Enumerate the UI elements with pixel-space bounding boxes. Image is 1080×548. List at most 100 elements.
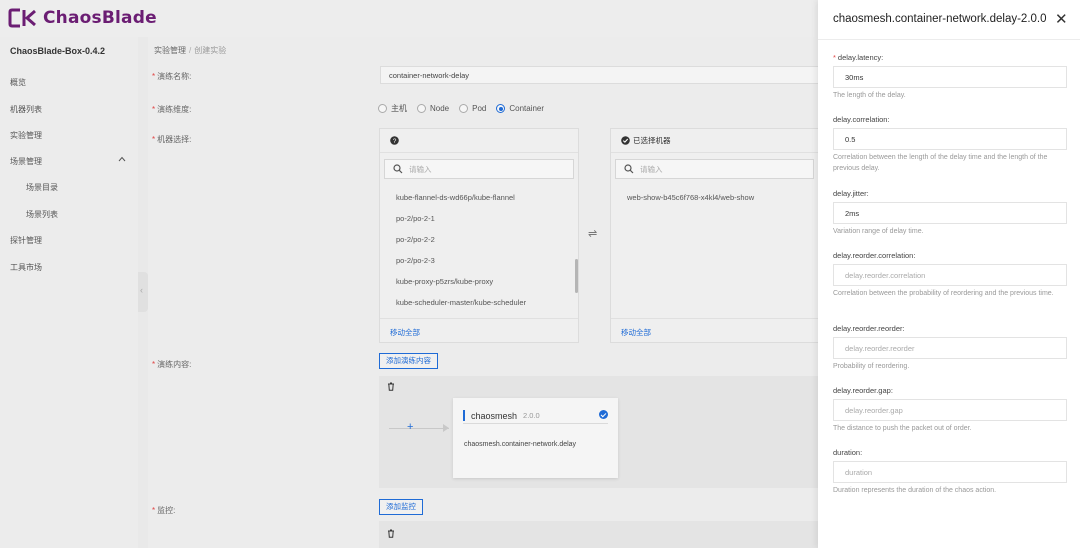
- add-step-button[interactable]: +: [407, 421, 413, 433]
- jitter-help: Variation range of delay time.: [833, 228, 924, 235]
- field-label-duration: duration:: [833, 448, 863, 457]
- sidebar-item-tool-market[interactable]: 工具市场: [10, 262, 42, 273]
- flow-node-card[interactable]: chaosmesh 2.0.0 chaosmesh.container-netw…: [453, 398, 618, 478]
- sidebar-item-experiments[interactable]: 实验管理: [10, 130, 42, 141]
- radio-checked-icon: [496, 104, 506, 113]
- main-content: 实验管理 / 创建实验 * 演练名称: container-network-delay…: [148, 37, 818, 548]
- monitor-label: * 监控:: [152, 506, 176, 515]
- duration-input[interactable]: duration: [833, 461, 1067, 483]
- field-label-correlation: delay.correlation:: [833, 115, 890, 124]
- source-machine-list: kube-flannel-ds-wd66p/kube-flannel po-2/…: [380, 187, 578, 313]
- chaosblade-logo-icon: [8, 8, 38, 28]
- search-icon: [624, 164, 634, 174]
- reorder-correlation-input[interactable]: delay.reorder.correlation: [833, 264, 1067, 286]
- list-item[interactable]: kube-scheduler-master/kube-scheduler: [380, 292, 578, 313]
- breadcrumb-current: 创建实验: [194, 46, 227, 55]
- sidebar-item-overview[interactable]: 概览: [10, 77, 26, 88]
- close-icon[interactable]: ✕: [1055, 10, 1068, 28]
- search-icon: [393, 164, 403, 174]
- dimension-label: * 演练维度:: [152, 105, 192, 114]
- add-monitor-button[interactable]: 添加监控: [379, 499, 423, 515]
- target-machine-list: web-show-b45c6f768-x4kl4/web-show: [611, 187, 809, 208]
- reorder-reorder-input[interactable]: delay.reorder.reorder: [833, 337, 1067, 359]
- correlation-help: Correlation between the length of the de…: [833, 154, 1048, 172]
- radio-circle-icon: [417, 104, 426, 113]
- add-content-button[interactable]: 添加演练内容: [379, 353, 438, 369]
- radio-container[interactable]: Container: [496, 104, 544, 113]
- monitor-canvas: [379, 521, 818, 548]
- brand-name: ChaosBlade: [43, 8, 157, 28]
- node-accent-bar: [463, 410, 465, 421]
- transfer-swap-icon[interactable]: ⇌: [588, 227, 597, 240]
- radio-circle-icon: [459, 104, 469, 113]
- chaosblade-logo[interactable]: ChaosBlade: [8, 8, 157, 28]
- sidebar-item-scene-catalog[interactable]: 场景目录: [26, 182, 58, 193]
- chevron-left-icon: ‹: [140, 285, 143, 295]
- sidebar-collapse-handle[interactable]: ‹: [138, 272, 148, 312]
- transfer-target-header: 已选择机器: [611, 129, 818, 153]
- radio-node[interactable]: Node: [417, 104, 449, 113]
- field-label-reorder-gap: delay.reorder.gap:: [833, 386, 893, 395]
- dimension-radio-group: 主机 Node Pod Container: [378, 103, 544, 114]
- flow-connector: [389, 428, 449, 429]
- chevron-up-icon[interactable]: [118, 155, 126, 163]
- check-circle-icon: [621, 136, 630, 145]
- list-item[interactable]: po-2/po-2-3: [380, 250, 578, 271]
- transfer-source-header: ?: [380, 129, 578, 153]
- list-item[interactable]: kube-proxy-p5zrs/kube-proxy: [380, 271, 578, 292]
- list-item[interactable]: web-show-b45c6f768-x4kl4/web-show: [611, 187, 809, 208]
- reorder-gap-input[interactable]: delay.reorder.gap: [833, 399, 1067, 421]
- radio-pod[interactable]: Pod: [459, 104, 486, 113]
- content-label: * 演练内容:: [152, 360, 192, 369]
- sidebar: ChaosBlade-Box-0.4.2 概览 机器列表 实验管理 场景管理 场…: [0, 37, 138, 548]
- drawer-title: chaosmesh.container-network.delay-2.0.0: [833, 13, 1047, 25]
- trash-icon[interactable]: [387, 382, 395, 393]
- node-header: chaosmesh 2.0.0: [463, 408, 608, 424]
- machine-transfer-target: 已选择机器 请输入 web-show-b45c6f768-x4kl4/web-s…: [610, 128, 818, 343]
- list-item[interactable]: po-2/po-2-2: [380, 229, 578, 250]
- breadcrumb-separator: /: [189, 46, 192, 55]
- reorder-correlation-help: Correlation between the probability of r…: [833, 290, 1054, 297]
- jitter-input[interactable]: 2ms: [833, 202, 1067, 224]
- experiment-name-input[interactable]: container-network-delay: [380, 66, 818, 84]
- radio-circle-icon: [378, 104, 387, 113]
- list-scrollbar[interactable]: [575, 259, 578, 293]
- move-all-left-link[interactable]: 移动全部: [611, 318, 818, 342]
- reorder-gap-help: The distance to push the packet out of o…: [833, 425, 972, 432]
- trash-icon[interactable]: [387, 529, 395, 540]
- sidebar-item-scenes[interactable]: 场景管理: [10, 156, 42, 167]
- node-action: chaosmesh.container-network.delay: [464, 441, 577, 448]
- source-search-input[interactable]: 请输入: [384, 159, 574, 179]
- product-version: ChaosBlade-Box-0.4.2: [10, 46, 106, 56]
- correlation-input[interactable]: 0.5: [833, 128, 1067, 150]
- flow-canvas: + chaosmesh 2.0.0 chaosmesh.container-ne…: [379, 376, 818, 488]
- move-all-right-link[interactable]: 移动全部: [380, 318, 578, 342]
- field-label-latency: * delay.latency:: [833, 53, 884, 62]
- top-header: ChaosBlade: [0, 0, 818, 37]
- field-label-reorder-reorder: delay.reorder.reorder:: [833, 324, 905, 333]
- drawer-divider: [818, 39, 1080, 40]
- svg-text:?: ?: [393, 138, 397, 145]
- sidebar-item-probes[interactable]: 探针管理: [10, 235, 42, 246]
- sidebar-item-machines[interactable]: 机器列表: [10, 104, 42, 115]
- help-circle-icon[interactable]: ?: [390, 136, 399, 145]
- parameter-drawer: chaosmesh.container-network.delay-2.0.0 …: [818, 0, 1080, 548]
- node-title: chaosmesh: [471, 410, 518, 421]
- check-circle-icon: [599, 410, 608, 419]
- node-version: 2.0.0: [523, 411, 540, 420]
- breadcrumb-parent[interactable]: 实验管理: [154, 46, 186, 55]
- radio-host[interactable]: 主机: [378, 103, 407, 114]
- arrow-right-icon: [443, 424, 449, 432]
- breadcrumb: 实验管理 / 创建实验: [154, 45, 226, 56]
- sidebar-item-scene-list[interactable]: 场景列表: [26, 209, 58, 220]
- machine-transfer-source: ? 请输入 kube-flannel-ds-wd66p/kube-flannel…: [379, 128, 579, 343]
- latency-input[interactable]: 30ms: [833, 66, 1067, 88]
- list-item[interactable]: po-2/po-2-1: [380, 208, 578, 229]
- duration-help: Duration represents the duration of the …: [833, 487, 997, 494]
- list-item[interactable]: kube-flannel-ds-wd66p/kube-flannel: [380, 187, 578, 208]
- machine-label: * 机器选择:: [152, 135, 192, 144]
- target-search-input[interactable]: 请输入: [615, 159, 814, 179]
- latency-help: The length of the delay.: [833, 92, 906, 99]
- reorder-reorder-help: Probability of reordering.: [833, 363, 910, 370]
- field-label-jitter: delay.jitter:: [833, 189, 869, 198]
